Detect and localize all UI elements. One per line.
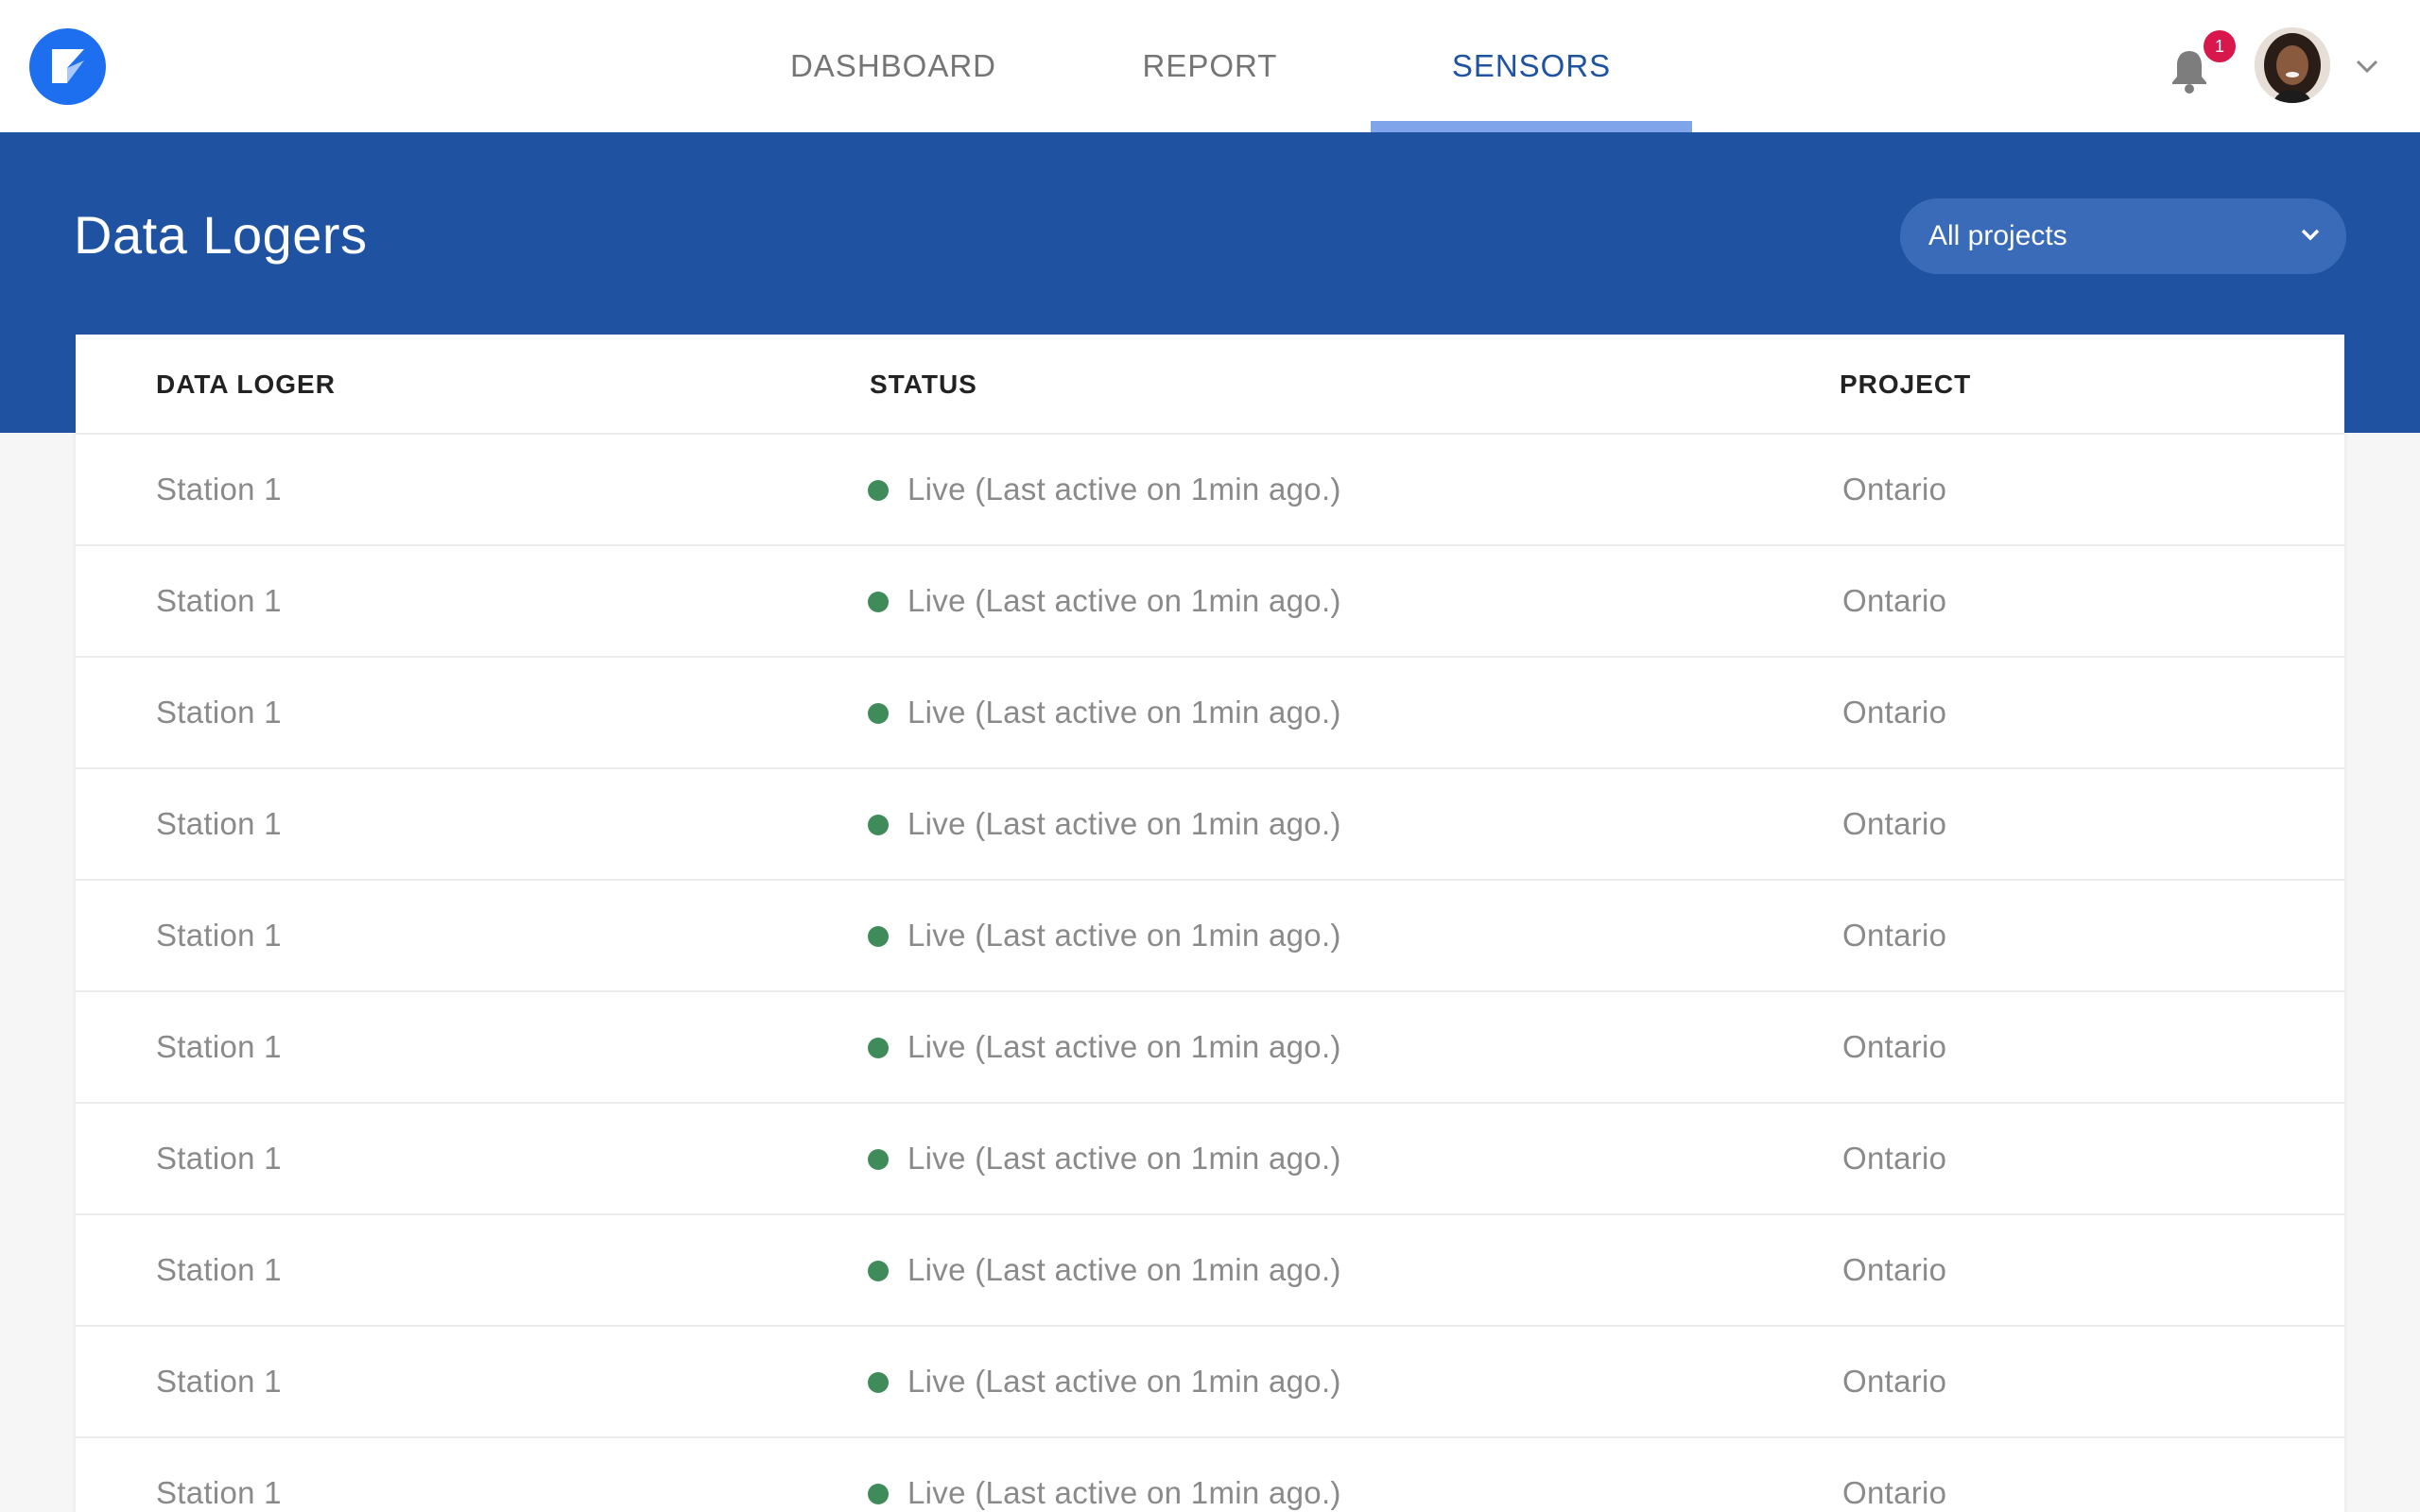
status-text: Live (Last active on 1min ago.) (908, 583, 1341, 618)
project-name: Ontario (1842, 918, 1947, 953)
tab-report[interactable]: REPORT (1101, 0, 1319, 132)
status-text: Live (Last active on 1min ago.) (908, 1252, 1341, 1287)
data-loger-name: Station 1 (156, 1252, 282, 1287)
status-text: Live (Last active on 1min ago.) (908, 1364, 1341, 1399)
table-row[interactable]: Station 1 Live (Last active on 1min ago.)… (76, 435, 2344, 546)
top-navigation-bar: DASHBOARD REPORT SENSORS 1 (0, 0, 2420, 132)
bell-icon[interactable] (2169, 47, 2210, 94)
project-name: Ontario (1842, 1141, 1947, 1176)
live-status-dot-icon (868, 592, 889, 612)
table-row[interactable]: Station 1 Live (Last active on 1min ago.)… (76, 546, 2344, 658)
project-name: Ontario (1842, 695, 1947, 730)
column-header-project[interactable]: PROJECT (1840, 335, 1971, 435)
notification-count-badge: 1 (2204, 30, 2236, 62)
live-status-dot-icon (868, 1372, 889, 1393)
data-loger-name: Station 1 (156, 583, 282, 618)
project-name: Ontario (1842, 1029, 1947, 1064)
project-filter-dropdown[interactable]: All projects (1900, 198, 2346, 274)
status-text: Live (Last active on 1min ago.) (908, 1029, 1341, 1064)
status-text: Live (Last active on 1min ago.) (908, 806, 1341, 841)
live-status-dot-icon (868, 1484, 889, 1504)
table-row[interactable]: Station 1 Live (Last active on 1min ago.)… (76, 1104, 2344, 1215)
project-name: Ontario (1842, 1252, 1947, 1287)
project-name: Ontario (1842, 583, 1947, 618)
data-loger-name: Station 1 (156, 1029, 282, 1064)
table-body: Station 1 Live (Last active on 1min ago.)… (76, 435, 2344, 1512)
project-name: Ontario (1842, 1364, 1947, 1399)
table-row[interactable]: Station 1 Live (Last active on 1min ago.)… (76, 1438, 2344, 1512)
table-row[interactable]: Station 1 Live (Last active on 1min ago.)… (76, 769, 2344, 881)
data-loger-name: Station 1 (156, 1364, 282, 1399)
status-text: Live (Last active on 1min ago.) (908, 472, 1341, 507)
data-loger-name: Station 1 (156, 695, 282, 730)
project-filter-value: All projects (1928, 220, 2067, 251)
live-status-dot-icon (868, 703, 889, 724)
table-header: DATA LOGER STATUS PROJECT (76, 335, 2344, 435)
table-row[interactable]: Station 1 Live (Last active on 1min ago.)… (76, 992, 2344, 1104)
status-text: Live (Last active on 1min ago.) (908, 1141, 1341, 1176)
status-text: Live (Last active on 1min ago.) (908, 918, 1341, 953)
data-loger-name: Station 1 (156, 472, 282, 507)
table-row[interactable]: Station 1 Live (Last active on 1min ago.)… (76, 1327, 2344, 1438)
data-loger-name: Station 1 (156, 1141, 282, 1176)
data-loger-name: Station 1 (156, 806, 282, 841)
column-header-data-loger[interactable]: DATA LOGER (156, 335, 336, 435)
live-status-dot-icon (868, 1149, 889, 1170)
user-avatar[interactable] (2255, 27, 2330, 103)
brand-logo-icon[interactable] (29, 28, 106, 105)
live-status-dot-icon (868, 926, 889, 947)
tab-dashboard[interactable]: DASHBOARD (775, 0, 1011, 132)
column-header-status[interactable]: STATUS (870, 335, 977, 435)
status-text: Live (Last active on 1min ago.) (908, 695, 1341, 730)
project-name: Ontario (1842, 1475, 1947, 1510)
data-loggers-table: DATA LOGER STATUS PROJECT Station 1 Live … (76, 335, 2344, 1512)
active-tab-indicator (1371, 121, 1692, 132)
page-title: Data Logers (74, 205, 368, 265)
chevron-down-icon[interactable] (2354, 57, 2380, 76)
live-status-dot-icon (868, 1038, 889, 1058)
live-status-dot-icon (868, 1261, 889, 1281)
table-row[interactable]: Station 1 Live (Last active on 1min ago.)… (76, 658, 2344, 769)
project-name: Ontario (1842, 806, 1947, 841)
status-text: Live (Last active on 1min ago.) (908, 1475, 1341, 1510)
table-row[interactable]: Station 1 Live (Last active on 1min ago.)… (76, 1215, 2344, 1327)
tab-sensors[interactable]: SENSORS (1371, 0, 1692, 132)
table-row[interactable]: Station 1 Live (Last active on 1min ago.)… (76, 881, 2344, 992)
chevron-down-icon (2301, 229, 2320, 241)
data-loger-name: Station 1 (156, 1475, 282, 1510)
data-loger-name: Station 1 (156, 918, 282, 953)
live-status-dot-icon (868, 480, 889, 501)
project-name: Ontario (1842, 472, 1947, 507)
live-status-dot-icon (868, 815, 889, 835)
